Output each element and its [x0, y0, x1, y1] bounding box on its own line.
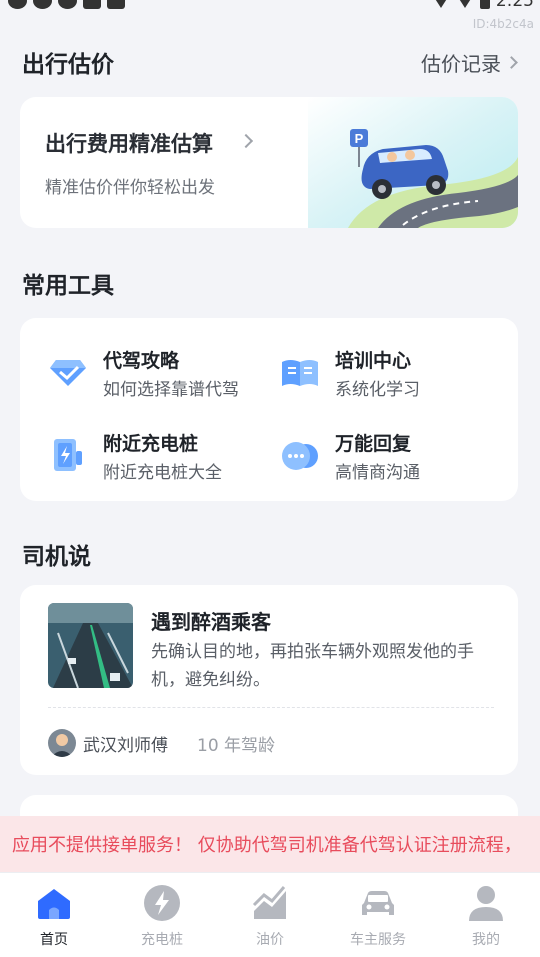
tab-label: 车主服务	[350, 932, 406, 948]
tools-card: 代驾攻略 如何选择靠谱代驾 培训中心 系统化学习 附近充电桩 附近充电桩大全 万…	[20, 318, 518, 501]
notification-icon	[33, 0, 52, 9]
car-road-illustration: P	[308, 97, 518, 228]
chevron-right-icon	[505, 56, 518, 69]
tab-label: 首页	[40, 932, 68, 948]
tool-name: 培训中心	[335, 350, 412, 372]
tool-smart-reply[interactable]: 万能回复 高情商沟通	[280, 425, 500, 485]
notice-text: 应用不提供接单服务！ 仅协助代驾司机准备代驾认证注册流程，	[12, 835, 522, 856]
home-icon	[38, 889, 70, 919]
notice-banner: 应用不提供接单服务！ 仅协助代驾司机准备代驾认证注册流程，	[0, 816, 540, 872]
wifi-icon	[431, 0, 450, 8]
tab-home[interactable]: 首页	[0, 873, 108, 957]
notification-icon	[8, 0, 27, 9]
tools-section-title: 常用工具	[22, 273, 114, 299]
tab-fuel-price[interactable]: 油价	[216, 873, 324, 957]
trend-chart-icon	[252, 886, 286, 919]
app-notification-icon	[83, 0, 101, 9]
app-notification-icon	[107, 0, 125, 9]
post-author: 武汉刘师傅	[83, 736, 168, 756]
status-icons-right: 2:25	[431, 0, 534, 11]
fare-estimate-title: 出行费用精准估算	[45, 132, 213, 156]
status-icons-left	[8, 0, 125, 9]
tool-name: 代驾攻略	[103, 350, 180, 372]
book-icon	[282, 360, 318, 386]
tab-owner-services[interactable]: 车主服务	[324, 873, 432, 957]
car-icon	[362, 891, 394, 915]
tab-charging[interactable]: 充电桩	[108, 873, 216, 957]
parking-sign-letter: P	[355, 131, 364, 146]
tool-desc: 系统化学习	[335, 380, 420, 400]
tab-profile[interactable]: 我的	[432, 873, 540, 957]
diamond-check-icon	[50, 360, 86, 386]
highway-thumbnail	[48, 603, 133, 688]
status-time: 2:25	[495, 0, 534, 11]
lightning-icon	[144, 885, 180, 921]
status-bar: 2:25	[0, 0, 540, 14]
tool-desc: 附近充电桩大全	[103, 463, 222, 483]
tool-nearby-chargers[interactable]: 附近充电桩 附近充电桩大全	[48, 425, 268, 485]
tab-label: 我的	[472, 932, 500, 948]
tab-label: 油价	[256, 932, 284, 948]
tab-label: 充电桩	[141, 932, 183, 948]
page-id: ID:4b2c4a	[472, 17, 534, 31]
avatar	[48, 729, 76, 757]
tool-name: 附近充电桩	[103, 433, 199, 455]
battery-icon	[479, 0, 490, 9]
tool-training-center[interactable]: 培训中心 系统化学习	[280, 342, 500, 402]
driver-section-title: 司机说	[22, 544, 91, 570]
chevron-right-icon	[238, 133, 254, 149]
fare-estimate-subtitle: 精准估价伴你轻松出发	[45, 178, 215, 198]
estimate-section-title: 出行估价	[22, 52, 114, 78]
notification-icon	[58, 0, 77, 9]
estimate-history-label: 估价记录	[421, 52, 501, 76]
post-title: 遇到醉酒乘客	[151, 610, 271, 634]
tool-driving-guide[interactable]: 代驾攻略 如何选择靠谱代驾	[48, 342, 268, 402]
post-body: 先确认目的地，再拍张车辆外观照发他的手机，避免纠纷。	[151, 642, 474, 690]
tool-desc: 高情商沟通	[335, 463, 420, 483]
bottom-tab-bar: 首页 充电桩 油价 车主服务 我的	[0, 872, 540, 957]
tool-desc: 如何选择靠谱代驾	[103, 380, 239, 400]
signal-icon	[455, 0, 474, 8]
user-icon	[469, 886, 503, 921]
chat-bubble-icon	[282, 442, 318, 470]
tool-name: 万能回复	[335, 433, 412, 455]
charger-icon	[54, 439, 82, 471]
divider	[48, 707, 494, 708]
fare-estimate-card[interactable]: 出行费用精准估算 精准估价伴你轻松出发 P	[20, 97, 518, 228]
driver-post-card[interactable]: 遇到醉酒乘客 先确认目的地，再拍张车辆外观照发他的手机，避免纠纷。 武汉刘师傅 …	[20, 585, 518, 775]
estimate-history-link[interactable]: 估价记录	[421, 48, 518, 77]
post-experience: 10 年驾龄	[197, 736, 276, 756]
